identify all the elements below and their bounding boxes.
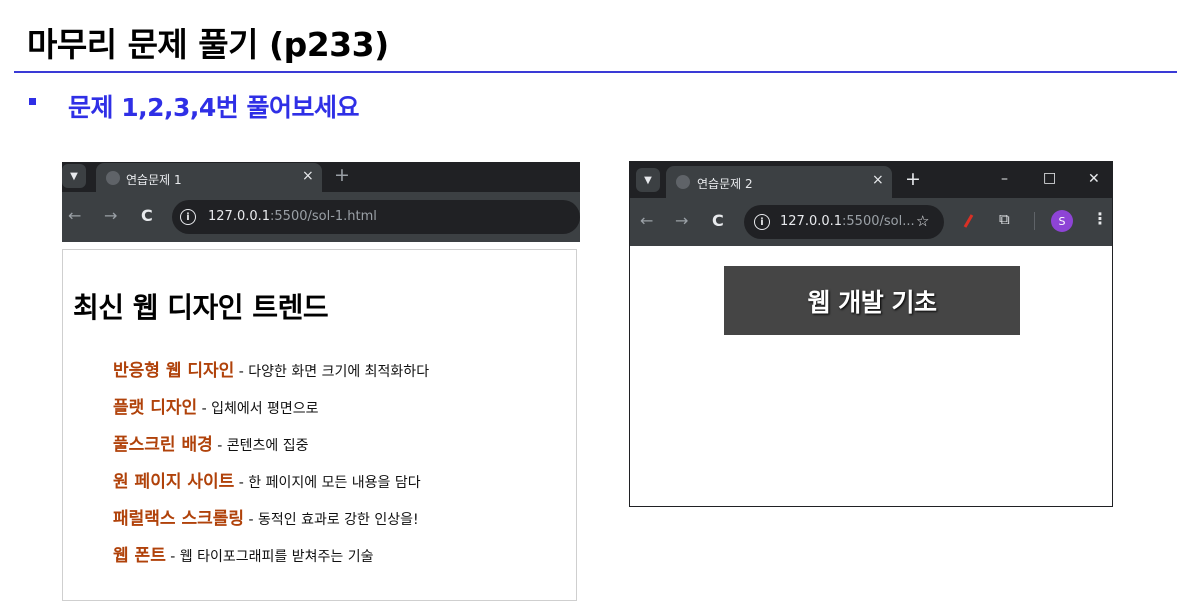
new-tab-button[interactable]: + [905, 168, 921, 190]
tab-title: 연습문제 2 [697, 177, 753, 191]
globe-icon [106, 171, 120, 185]
url-host: 127.0.0.1 [780, 214, 843, 229]
url-text: 127.0.0.1:5500/sol-1.html [208, 209, 377, 224]
page-banner: 웹 개발 기초 [724, 266, 1020, 335]
address-bar[interactable]: i 127.0.0.1:5500/sol-1.html [172, 200, 580, 234]
slide-title: 마무리 문제 풀기 (p233) [27, 25, 389, 64]
tab-strip: ▼ 연습문제 1 × + [62, 162, 580, 192]
toolbar-divider [1034, 212, 1035, 230]
address-bar[interactable]: i 127.0.0.1:5500/sol... ☆ [744, 205, 944, 239]
new-tab-button[interactable]: + [334, 164, 350, 186]
back-arrow-icon[interactable]: ← [640, 211, 653, 230]
browser-window-1: ▼ 연습문제 1 × + ← → C i 127.0.0.1:5500/sol-… [62, 162, 580, 242]
forward-arrow-icon[interactable]: → [104, 206, 117, 225]
trend-term: 패럴랙스 스크롤링 [113, 509, 245, 529]
tab-search-button[interactable]: ▼ [62, 164, 86, 188]
site-info-icon[interactable]: i [180, 209, 196, 225]
page-content-1: 최신 웹 디자인 트렌드 반응형 웹 디자인 - 다양한 화면 크기에 최적화하… [62, 249, 577, 601]
browser-chrome: ▼ 연습문제 2 × + – □ ✕ ← → C i 127.0.0.1:550… [630, 162, 1112, 246]
list-item: 패럴랙스 스크롤링 - 동적인 효과로 강한 인상을! [113, 504, 419, 529]
title-divider [14, 71, 1177, 73]
chevron-down-icon: ▼ [70, 170, 78, 182]
back-arrow-icon[interactable]: ← [68, 206, 81, 225]
page-heading: 최신 웹 디자인 트렌드 [73, 291, 329, 324]
trend-description: - 동적인 효과로 강한 인상을! [244, 512, 419, 528]
url-path: :5500/sol-1.html [270, 209, 377, 224]
trend-description: - 한 페이지에 모든 내용을 담다 [234, 475, 421, 491]
trend-term: 풀스크린 배경 [113, 435, 213, 455]
extensions-puzzle-icon[interactable]: ⧉ [999, 210, 1010, 228]
chevron-down-icon: ▼ [644, 174, 652, 186]
list-item: 웹 폰트 - 웹 타이포그래피를 받쳐주는 기술 [113, 541, 373, 566]
menu-kebab-icon[interactable]: ⋮ [1092, 209, 1108, 228]
reload-icon[interactable]: C [141, 206, 153, 225]
bullet-marker [29, 98, 36, 105]
browser-toolbar: ← → C i 127.0.0.1:5500/sol-1.html [62, 192, 580, 242]
list-item: 플랫 디자인 - 입체에서 평면으로 [113, 393, 319, 418]
tab-practice-2[interactable]: 연습문제 2 × [666, 166, 892, 198]
tab-strip: ▼ 연습문제 2 × + – □ ✕ [630, 162, 1112, 198]
close-window-icon[interactable]: ✕ [1088, 171, 1100, 187]
trend-term: 원 페이지 사이트 [113, 472, 235, 492]
tab-search-button[interactable]: ▼ [636, 168, 660, 192]
browser-toolbar: ← → C i 127.0.0.1:5500/sol... ☆ ⧉ S ⋮ [630, 198, 1112, 246]
trend-term: 반응형 웹 디자인 [113, 361, 235, 381]
bullet-text: 문제 1,2,3,4번 풀어보세요 [68, 93, 359, 122]
site-info-icon[interactable]: i [754, 214, 770, 230]
close-tab-icon[interactable]: × [872, 172, 884, 188]
browser-window-2: ▼ 연습문제 2 × + – □ ✕ ← → C i 127.0.0.1:550… [629, 161, 1113, 507]
bookmark-star-icon[interactable]: ☆ [916, 212, 929, 230]
url-text: 127.0.0.1:5500/sol... [780, 214, 915, 229]
tab-practice-1[interactable]: 연습문제 1 × [96, 163, 322, 192]
list-item: 풀스크린 배경 - 콘텐츠에 집중 [113, 430, 308, 455]
maximize-icon[interactable]: □ [1043, 170, 1056, 186]
trend-description: - 입체에서 평면으로 [197, 401, 319, 417]
reload-icon[interactable]: C [712, 211, 724, 230]
url-host: 127.0.0.1 [208, 209, 271, 224]
profile-avatar[interactable]: S [1051, 210, 1073, 232]
forward-arrow-icon[interactable]: → [675, 211, 688, 230]
close-tab-icon[interactable]: × [302, 168, 314, 184]
trend-description: - 다양한 화면 크기에 최적화하다 [234, 364, 430, 380]
trend-term: 플랫 디자인 [113, 398, 198, 418]
trend-description: - 웹 타이포그래피를 받쳐주는 기술 [165, 549, 374, 565]
trend-description: - 콘텐츠에 집중 [212, 438, 309, 454]
minimize-icon[interactable]: – [1001, 171, 1008, 187]
trend-term: 웹 폰트 [113, 546, 166, 566]
list-item: 반응형 웹 디자인 - 다양한 화면 크기에 최적화하다 [113, 356, 429, 381]
banner-text: 웹 개발 기초 [807, 287, 937, 317]
globe-icon [676, 175, 690, 189]
list-item: 원 페이지 사이트 - 한 페이지에 모든 내용을 담다 [113, 467, 421, 492]
tab-title: 연습문제 1 [126, 173, 182, 187]
pen-extension-icon[interactable] [963, 214, 974, 228]
url-path: :5500/sol... [842, 214, 915, 229]
